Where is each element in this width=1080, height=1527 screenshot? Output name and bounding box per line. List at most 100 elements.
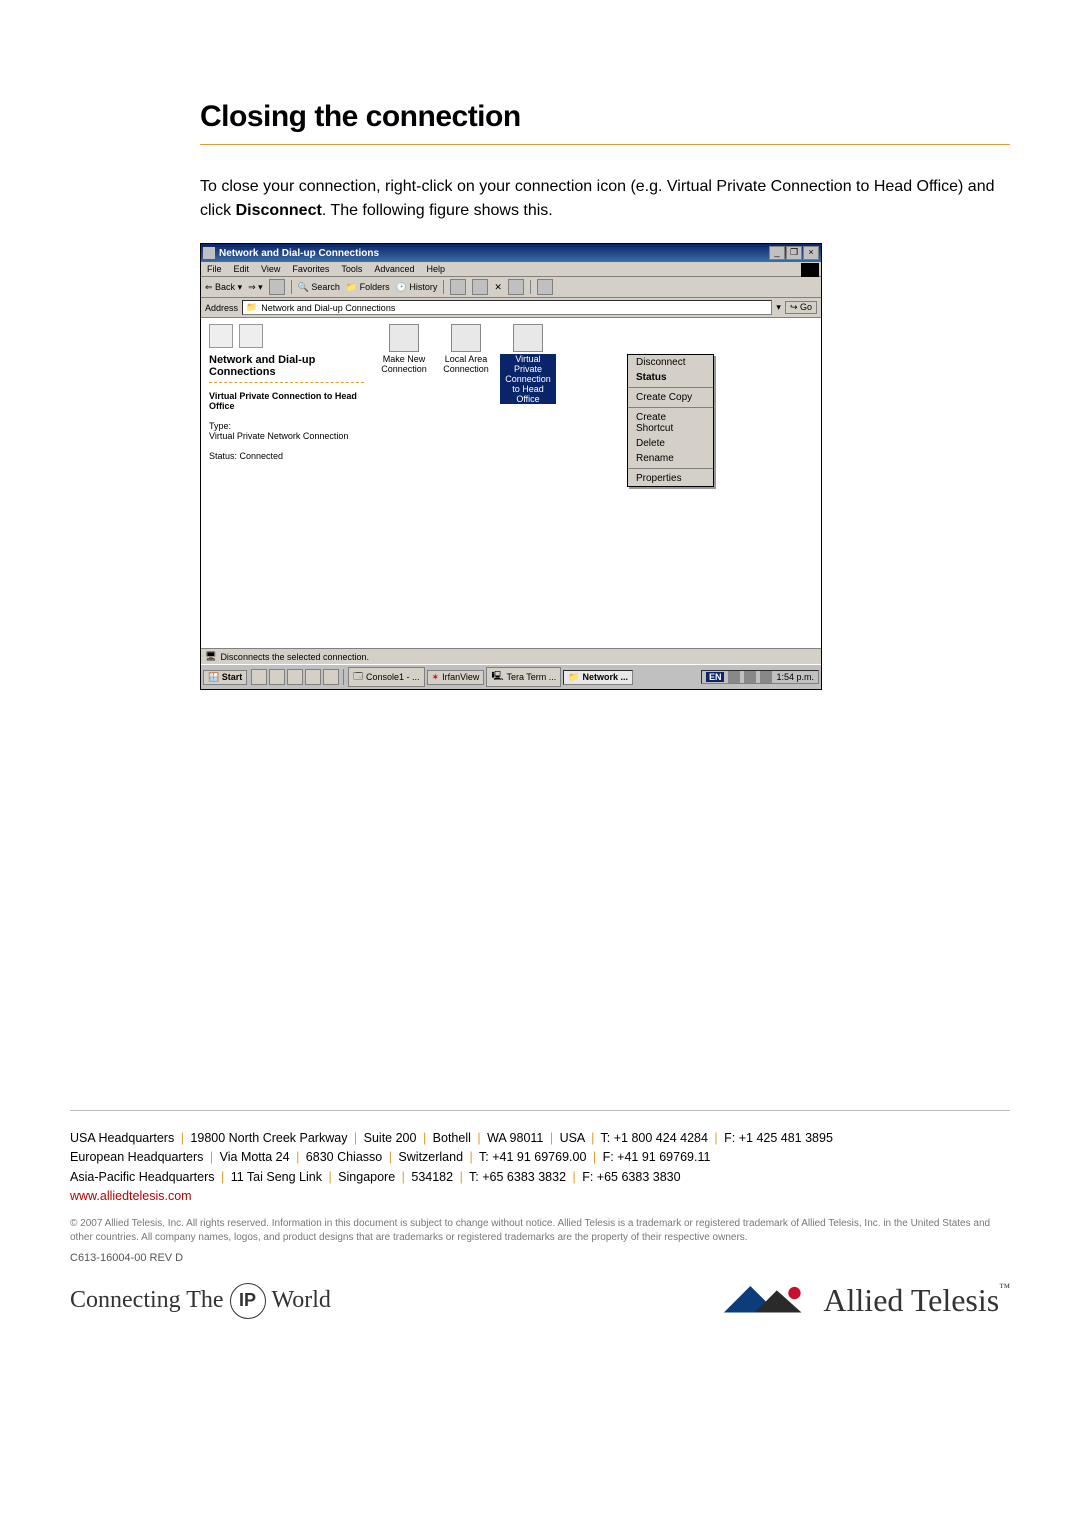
menu-create-shortcut[interactable]: Create Shortcut (628, 410, 713, 436)
toolbar-separator (530, 280, 531, 294)
quick-launch-icon[interactable] (269, 669, 285, 685)
go-button[interactable]: ↪ Go (785, 301, 817, 314)
search-button[interactable]: 🔍 Search (298, 282, 340, 293)
body-text-2: . The following figure shows this. (322, 202, 553, 219)
tray-icon[interactable] (760, 671, 772, 683)
sidebar-icon (239, 324, 263, 348)
icon-label: Local Area Connection (438, 354, 494, 374)
toolbar-icon[interactable] (537, 279, 553, 295)
menu-view[interactable]: View (261, 264, 280, 274)
address-folder-icon: 📁 (246, 302, 257, 313)
sidebar-subtitle: Virtual Private Connection to Head Offic… (209, 391, 364, 411)
system-tray: EN 1:54 p.m. (701, 670, 819, 684)
menu-status[interactable]: Status (628, 370, 713, 385)
task-irfanview[interactable]: ✶IrfanView (427, 670, 485, 685)
minimize-button[interactable]: _ (769, 246, 785, 260)
delete-icon[interactable]: ✕ (494, 282, 502, 293)
heading-rule (200, 144, 1010, 145)
address-value: Network and Dial-up Connections (261, 303, 395, 313)
quick-launch-icon[interactable] (287, 669, 303, 685)
history-button[interactable]: 🕑 History (396, 282, 438, 293)
menu-disconnect[interactable]: Disconnect (628, 355, 713, 370)
menu-favorites[interactable]: Favorites (292, 264, 329, 274)
task-teraterm[interactable]: 🖳Tera Term ... (486, 667, 561, 687)
footer-usa: USA Headquarters | 19800 North Creek Par… (70, 1129, 1010, 1148)
status-text: Disconnects the selected connection. (220, 652, 369, 662)
tagline: Connecting The IP World (70, 1283, 331, 1319)
icon-view: Make New Connection Local Area Connectio… (372, 318, 821, 648)
section-heading: Closing the connection (200, 100, 1010, 134)
menu-help[interactable]: Help (426, 264, 445, 274)
context-menu: Disconnect Status Create Copy Create Sho… (627, 354, 714, 487)
menu-properties[interactable]: Properties (628, 471, 713, 486)
make-new-connection-icon[interactable]: Make New Connection (376, 324, 432, 642)
footer-rule (70, 1110, 1010, 1111)
menubar: File Edit View Favorites Tools Advanced … (201, 262, 821, 277)
taskbar: 🪟 Start 🗔Console1 - ... ✶IrfanView 🖳Tera… (201, 664, 821, 689)
toolbar-separator (291, 280, 292, 294)
menu-rename[interactable]: Rename (628, 451, 713, 466)
toolbar-separator (443, 280, 444, 294)
window-title: Network and Dial-up Connections (219, 248, 769, 259)
menu-tools[interactable]: Tools (341, 264, 362, 274)
quick-launch (251, 669, 339, 685)
maximize-button[interactable]: ❐ (786, 246, 802, 260)
statusbar: 🖥 Disconnects the selected connection. (201, 648, 821, 664)
menu-separator (628, 468, 713, 469)
forward-button[interactable]: ⇒ ▾ (248, 282, 263, 293)
footer-url: www.alliedtelesis.com (70, 1189, 1010, 1203)
address-label: Address (205, 303, 238, 313)
quick-launch-icon[interactable] (323, 669, 339, 685)
quick-launch-icon[interactable] (305, 669, 321, 685)
embedded-screenshot: Network and Dial-up Connections _ ❐ × Fi… (200, 243, 822, 690)
status-icon: 🖥 (205, 651, 216, 662)
connection-icon (513, 324, 543, 352)
window-titlebar: Network and Dial-up Connections _ ❐ × (201, 244, 821, 262)
sidebar-divider (209, 382, 364, 383)
folders-button[interactable]: 📁 Folders (346, 282, 390, 293)
addressbar: Address 📁 Network and Dial-up Connection… (201, 298, 821, 318)
vpn-connection-icon[interactable]: Virtual Private Connection to Head Offic… (500, 324, 556, 642)
toolbar: ⇐ Back ▾ ⇒ ▾ 🔍 Search 📁 Folders 🕑 Histor… (201, 277, 821, 298)
menu-separator (628, 407, 713, 408)
menu-advanced[interactable]: Advanced (374, 264, 414, 274)
quick-launch-icon[interactable] (251, 669, 267, 685)
address-input[interactable]: 📁 Network and Dial-up Connections (242, 300, 772, 315)
task-console[interactable]: 🗔Console1 - ... (348, 667, 424, 687)
menu-create-copy[interactable]: Create Copy (628, 390, 713, 405)
start-button[interactable]: 🪟 Start (203, 670, 247, 685)
language-indicator[interactable]: EN (706, 672, 725, 682)
back-button[interactable]: ⇐ Back ▾ (205, 282, 242, 293)
logo-text: Allied Telesis™ (823, 1282, 1010, 1319)
allied-telesis-logo: Allied Telesis™ (723, 1282, 1010, 1319)
toolbar-icon[interactable] (472, 279, 488, 295)
close-button[interactable]: × (803, 246, 819, 260)
footer-eu: European Headquarters | Via Motta 24 | 6… (70, 1148, 1010, 1167)
tray-icon[interactable] (728, 671, 740, 683)
windows-flag-icon (801, 263, 819, 277)
ip-circle-icon: IP (230, 1283, 266, 1319)
sidebar-type: Type: Virtual Private Network Connection (209, 421, 364, 441)
local-area-connection-icon[interactable]: Local Area Connection (438, 324, 494, 642)
menu-edit[interactable]: Edit (234, 264, 250, 274)
toolbar-icon[interactable] (450, 279, 466, 295)
tray-icon[interactable] (744, 671, 756, 683)
up-button[interactable] (269, 279, 285, 295)
footer-legal: © 2007 Allied Telesis, Inc. All rights r… (70, 1217, 1010, 1244)
menu-delete[interactable]: Delete (628, 436, 713, 451)
sidebar-icon (209, 324, 233, 348)
task-network[interactable]: 📁Network ... (563, 670, 633, 685)
body-paragraph: To close your connection, right-click on… (200, 175, 1010, 223)
sidebar-title: Network and Dial-up Connections (209, 354, 364, 378)
info-sidebar: Network and Dial-up Connections Virtual … (201, 318, 372, 648)
icon-label-selected: Virtual Private Connection to Head Offic… (500, 354, 556, 404)
toolbar-icon[interactable] (508, 279, 524, 295)
address-dropdown[interactable]: ▾ (776, 302, 781, 313)
footer-contacts: USA Headquarters | 19800 North Creek Par… (70, 1129, 1010, 1187)
connection-icon (389, 324, 419, 352)
content-area: Network and Dial-up Connections Virtual … (201, 318, 821, 648)
window-icon (203, 247, 215, 259)
icon-label: Make New Connection (376, 354, 432, 374)
menu-file[interactable]: File (207, 264, 222, 274)
clock: 1:54 p.m. (776, 672, 814, 682)
